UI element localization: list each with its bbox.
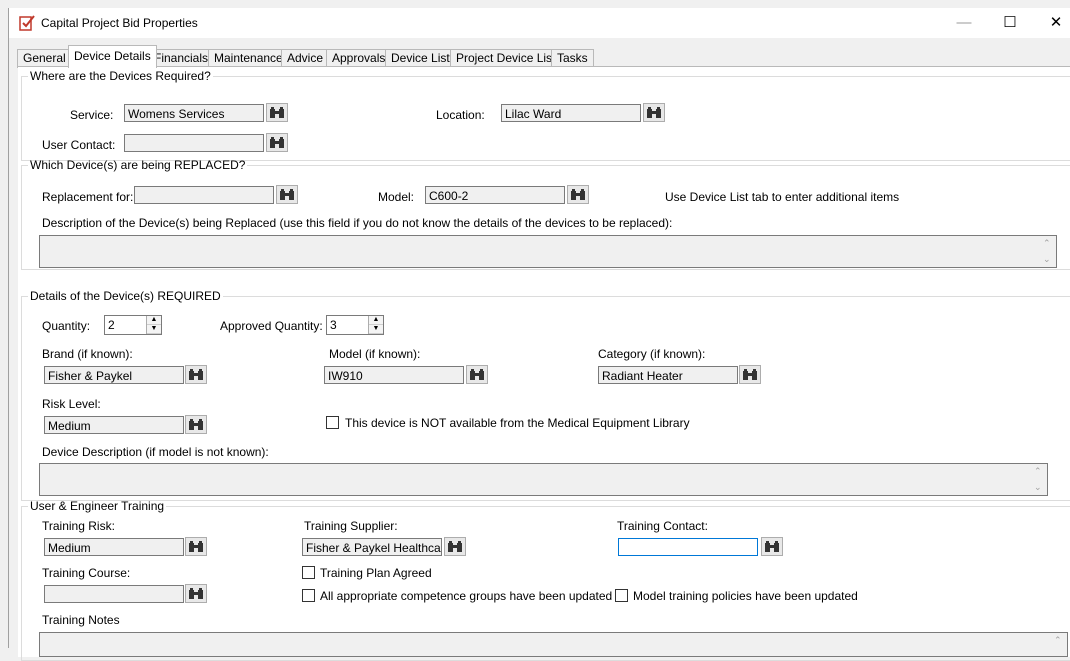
training-course-field[interactable] [44,585,184,603]
training-contact-lookup-button[interactable] [761,537,783,556]
approved-quantity-value: 3 [330,318,337,332]
binoculars-icon [189,368,203,380]
training-plan-agreed-checkbox[interactable] [302,566,315,579]
training-notes-scrollbar[interactable]: ⌃ [1051,633,1067,656]
where-legend: Where are the Devices Required? [30,69,211,83]
training-plan-agreed-label: Training Plan Agreed [320,566,432,580]
replacement-for-label: Replacement for: [42,190,134,204]
not-available-checkbox[interactable] [326,416,339,429]
risk-level-lookup-button[interactable] [185,415,207,434]
service-field[interactable]: Womens Services [124,104,264,122]
user-contact-lookup-button[interactable] [266,133,288,152]
approved-up-button[interactable]: ▲ [369,316,383,325]
location-field[interactable]: Lilac Ward [501,104,641,122]
binoculars-icon [189,418,203,430]
replaced-description-label: Description of the Device(s) being Repla… [42,216,673,230]
tab-device-details[interactable]: Device Details [68,45,157,68]
brand-field[interactable]: Fisher & Paykel [44,366,184,384]
competence-groups-checkbox[interactable] [302,589,315,602]
location-label: Location: [436,108,485,122]
window-title: Capital Project Bid Properties [41,16,198,30]
training-notes-textarea[interactable]: ⌃ [39,632,1068,657]
required-legend: Details of the Device(s) REQUIRED [30,289,221,303]
training-course-lookup-button[interactable] [185,584,207,603]
training-supplier-field[interactable]: Fisher & Paykel Healthcare [302,538,442,556]
binoculars-icon [571,188,585,200]
maximize-button[interactable]: ☐ [987,8,1033,38]
binoculars-icon [647,106,661,118]
approved-quantity-label: Approved Quantity: [220,319,323,333]
location-lookup-button[interactable] [643,103,665,122]
training-supplier-label: Training Supplier: [304,519,398,533]
binoculars-icon [189,540,203,552]
training-course-label: Training Course: [42,566,131,580]
training-policies-label: Model training policies have been update… [633,589,858,603]
binoculars-icon [280,188,294,200]
category-lookup-button[interactable] [739,365,761,384]
replaced-description-scrollbar[interactable]: ⌃ ⌄ [1040,236,1056,267]
quantity-value: 2 [108,318,115,332]
binoculars-icon [765,540,779,552]
training-risk-field[interactable]: Medium [44,538,184,556]
risk-level-field[interactable]: Medium [44,416,184,434]
binoculars-icon [743,368,757,380]
training-notes-label: Training Notes [42,613,120,627]
user-contact-field[interactable] [124,134,264,152]
replacement-for-field[interactable] [134,186,274,204]
properties-window: Capital Project Bid Properties — ☐ ✕ Gen… [8,8,1070,661]
device-details-panel: Where are the Devices Required? Service:… [18,66,1070,661]
training-contact-label: Training Contact: [617,519,708,533]
approved-down-button[interactable]: ▼ [369,325,383,334]
risk-level-label: Risk Level: [42,397,101,411]
training-contact-field[interactable] [618,538,758,556]
device-description-scrollbar[interactable]: ⌃ ⌄ [1031,464,1047,495]
binoculars-icon [270,106,284,118]
device-description-textarea[interactable]: ⌃ ⌄ [39,463,1048,496]
binoculars-icon [448,540,462,552]
approved-quantity-stepper[interactable]: 3 ▲ ▼ [326,315,384,335]
training-risk-lookup-button[interactable] [185,537,207,556]
training-risk-label: Training Risk: [42,519,115,533]
quantity-label: Quantity: [42,319,91,333]
minimize-button[interactable]: — [941,8,987,38]
service-label: Service: [70,108,114,122]
replacement-lookup-button[interactable] [276,185,298,204]
title-bar: Capital Project Bid Properties — ☐ ✕ [9,8,1070,38]
device-list-hint: Use Device List tab to enter additional … [665,190,900,204]
device-description-label: Device Description (if model is not know… [42,445,269,459]
training-policies-checkbox[interactable] [615,589,628,602]
replaced-model-lookup-button[interactable] [567,185,589,204]
user-contact-label: User Contact: [42,138,116,152]
quantity-down-button[interactable]: ▼ [147,325,161,334]
training-supplier-lookup-button[interactable] [444,537,466,556]
replaced-description-textarea[interactable]: ⌃ ⌄ [39,235,1057,268]
replaced-legend: Which Device(s) are being REPLACED? [30,158,246,172]
binoculars-icon [189,587,203,599]
replaced-model-label: Model: [378,190,415,204]
quantity-stepper[interactable]: 2 ▲ ▼ [104,315,162,335]
required-model-field[interactable]: IW910 [324,366,464,384]
quantity-up-button[interactable]: ▲ [147,316,161,325]
required-model-label: Model (if known): [329,347,421,361]
app-icon [19,15,35,31]
required-model-lookup-button[interactable] [466,365,488,384]
service-lookup-button[interactable] [266,103,288,122]
competence-groups-label: All appropriate competence groups have b… [320,589,613,603]
category-label: Category (if known): [598,347,706,361]
binoculars-icon [470,368,484,380]
binoculars-icon [270,136,284,148]
close-button[interactable]: ✕ [1033,8,1070,38]
replaced-model-field[interactable]: C600-2 [425,186,565,204]
brand-label: Brand (if known): [42,347,133,361]
category-field[interactable]: Radiant Heater [598,366,738,384]
brand-lookup-button[interactable] [185,365,207,384]
not-available-label: This device is NOT available from the Me… [345,416,690,430]
training-legend: User & Engineer Training [30,499,165,513]
